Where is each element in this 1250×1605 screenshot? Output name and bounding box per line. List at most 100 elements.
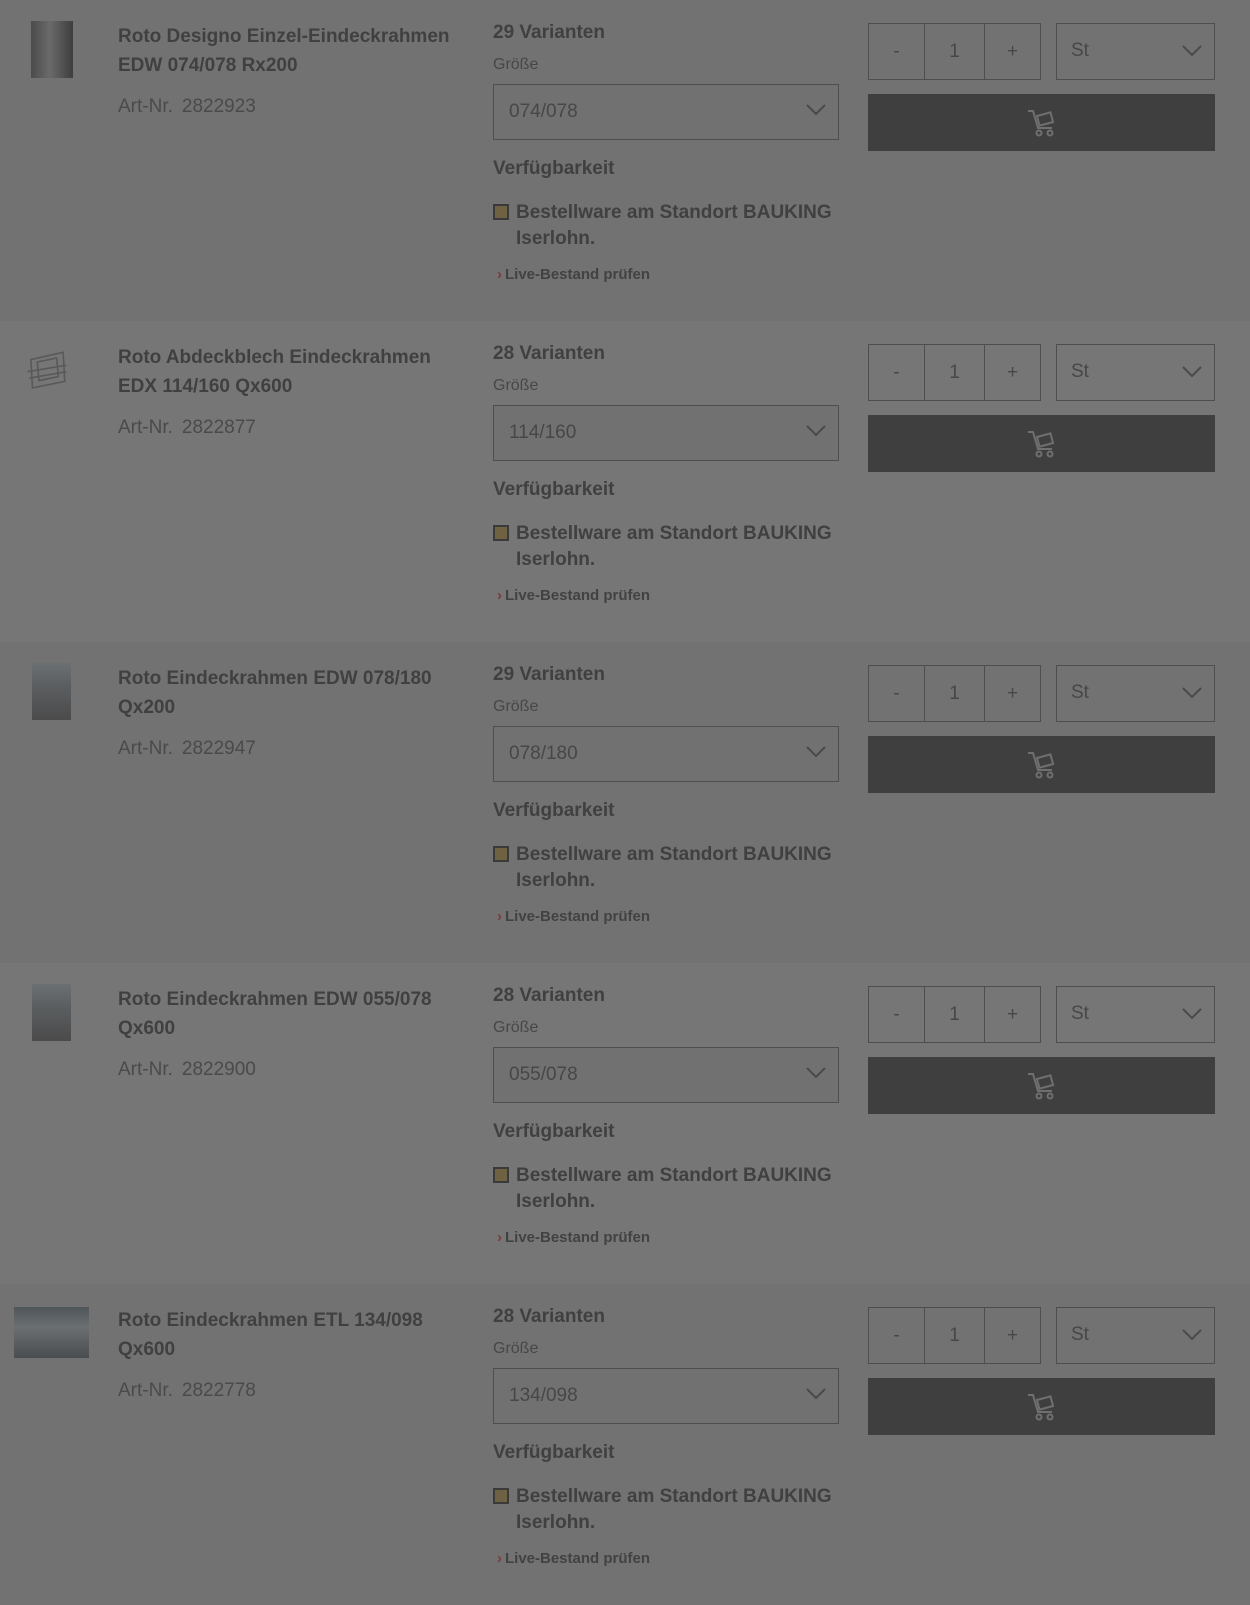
variants-count: 29 Varianten xyxy=(493,664,605,685)
availability-label: Verfügbarkeit xyxy=(493,1121,615,1142)
stock-indicator-icon xyxy=(493,204,509,220)
shopping-cart-icon xyxy=(1027,109,1054,136)
product-title[interactable]: Roto Eindeckrahmen EDW 078/180 Qx200 xyxy=(118,664,458,722)
variants-count: 28 Varianten xyxy=(493,985,605,1006)
qty-input[interactable]: 1 xyxy=(924,987,985,1042)
chevron-down-icon xyxy=(1182,687,1202,699)
stock-status: Bestellware am Standort BAUKING Iserlohn… xyxy=(493,200,843,252)
shopping-cart-icon xyxy=(1027,1072,1054,1099)
qty-input[interactable]: 1 xyxy=(924,1308,985,1363)
qty-input[interactable]: 1 xyxy=(924,666,985,721)
qty-plus-button[interactable]: + xyxy=(985,345,1040,400)
article-number: Art-Nr. 2822947 xyxy=(118,738,256,760)
chevron-down-icon xyxy=(1182,366,1202,378)
article-value: 2822877 xyxy=(181,417,256,438)
chevron-down-icon xyxy=(806,1388,826,1400)
add-to-cart-button[interactable] xyxy=(868,1057,1215,1114)
stock-indicator-icon xyxy=(493,525,509,541)
product-image[interactable] xyxy=(31,21,73,78)
stock-text: Bestellware am Standort BAUKING Iserlohn… xyxy=(516,523,832,570)
availability-label: Verfügbarkeit xyxy=(493,1442,615,1463)
article-label: Art-Nr. xyxy=(118,1059,173,1080)
unit-select[interactable]: St xyxy=(1056,665,1215,722)
quantity-stepper: - 1 + xyxy=(868,986,1041,1043)
chevron-down-icon xyxy=(806,425,826,437)
product-image[interactable] xyxy=(32,984,71,1041)
product-title[interactable]: Roto Eindeckrahmen ETL 134/098 Qx600 xyxy=(118,1306,458,1364)
qty-minus-button[interactable]: - xyxy=(869,345,924,400)
size-select[interactable]: 074/078 xyxy=(493,84,839,140)
qty-plus-button[interactable]: + xyxy=(985,1308,1040,1363)
shopping-cart-icon xyxy=(1027,751,1054,778)
product-title[interactable]: Roto Abdeckblech Eindeckrahmen EDX 114/1… xyxy=(118,343,458,401)
unit-select[interactable]: St xyxy=(1056,1307,1215,1364)
availability-label: Verfügbarkeit xyxy=(493,479,615,500)
variants-count: 28 Varianten xyxy=(493,1306,605,1327)
qty-minus-button[interactable]: - xyxy=(869,1308,924,1363)
unit-value: St xyxy=(1071,682,1089,703)
unit-value: St xyxy=(1071,40,1089,61)
size-label: Größe xyxy=(493,1340,539,1357)
article-label: Art-Nr. xyxy=(118,417,173,438)
add-to-cart-button[interactable] xyxy=(868,415,1215,472)
qty-minus-button[interactable]: - xyxy=(869,24,924,79)
article-number: Art-Nr. 2822778 xyxy=(118,1380,256,1402)
product-row: Roto Eindeckrahmen EDW 055/078 Qx600 Art… xyxy=(0,963,1250,1284)
live-stock-link[interactable]: › Live-Bestand prüfen xyxy=(497,1229,650,1246)
qty-plus-button[interactable]: + xyxy=(985,24,1040,79)
live-stock-link[interactable]: › Live-Bestand prüfen xyxy=(497,908,650,925)
variants-count: 28 Varianten xyxy=(493,343,605,364)
chevron-down-icon xyxy=(806,746,826,758)
stock-text: Bestellware am Standort BAUKING Iserlohn… xyxy=(516,844,832,891)
unit-value: St xyxy=(1071,1003,1089,1024)
qty-input[interactable]: 1 xyxy=(924,345,985,400)
unit-select[interactable]: St xyxy=(1056,23,1215,80)
size-select[interactable]: 134/098 xyxy=(493,1368,839,1424)
article-value: 2822778 xyxy=(181,1380,256,1401)
chevron-right-icon: › xyxy=(497,1550,502,1567)
size-label: Größe xyxy=(493,56,539,73)
chevron-right-icon: › xyxy=(497,587,502,604)
availability-label: Verfügbarkeit xyxy=(493,158,615,179)
unit-select[interactable]: St xyxy=(1056,344,1215,401)
availability-label: Verfügbarkeit xyxy=(493,800,615,821)
product-row: Roto Eindeckrahmen EDW 078/180 Qx200 Art… xyxy=(0,642,1250,963)
add-to-cart-button[interactable] xyxy=(868,1378,1215,1435)
quantity-stepper: - 1 + xyxy=(868,344,1041,401)
shopping-cart-icon xyxy=(1027,1393,1054,1420)
chevron-right-icon: › xyxy=(497,908,502,925)
product-image[interactable] xyxy=(26,342,68,399)
size-value: 078/180 xyxy=(509,743,578,764)
chevron-right-icon: › xyxy=(497,266,502,283)
product-image[interactable] xyxy=(32,663,71,720)
article-value: 2822900 xyxy=(181,1059,256,1080)
qty-plus-button[interactable]: + xyxy=(985,987,1040,1042)
add-to-cart-button[interactable] xyxy=(868,94,1215,151)
qty-minus-button[interactable]: - xyxy=(869,666,924,721)
unit-value: St xyxy=(1071,1324,1089,1345)
stock-text: Bestellware am Standort BAUKING Iserlohn… xyxy=(516,202,832,249)
qty-minus-button[interactable]: - xyxy=(869,987,924,1042)
stock-status: Bestellware am Standort BAUKING Iserlohn… xyxy=(493,842,843,894)
article-number: Art-Nr. 2822877 xyxy=(118,417,256,439)
product-title[interactable]: Roto Eindeckrahmen EDW 055/078 Qx600 xyxy=(118,985,458,1043)
add-to-cart-button[interactable] xyxy=(868,736,1215,793)
stock-status: Bestellware am Standort BAUKING Iserlohn… xyxy=(493,1163,843,1215)
quantity-stepper: - 1 + xyxy=(868,665,1041,722)
size-select[interactable]: 055/078 xyxy=(493,1047,839,1103)
unit-select[interactable]: St xyxy=(1056,986,1215,1043)
product-image[interactable] xyxy=(14,1307,89,1358)
qty-input[interactable]: 1 xyxy=(924,24,985,79)
stock-text: Bestellware am Standort BAUKING Iserlohn… xyxy=(516,1165,832,1212)
live-stock-link[interactable]: › Live-Bestand prüfen xyxy=(497,587,650,604)
size-select[interactable]: 078/180 xyxy=(493,726,839,782)
live-stock-link[interactable]: › Live-Bestand prüfen xyxy=(497,1550,650,1567)
live-stock-label: Live-Bestand prüfen xyxy=(505,1550,651,1567)
product-row: Roto Designo Einzel-Eindeckrahmen EDW 07… xyxy=(0,0,1250,321)
size-select[interactable]: 114/160 xyxy=(493,405,839,461)
shopping-cart-icon xyxy=(1027,430,1054,457)
stock-indicator-icon xyxy=(493,846,509,862)
product-title[interactable]: Roto Designo Einzel-Eindeckrahmen EDW 07… xyxy=(118,22,458,80)
live-stock-link[interactable]: › Live-Bestand prüfen xyxy=(497,266,650,283)
qty-plus-button[interactable]: + xyxy=(985,666,1040,721)
